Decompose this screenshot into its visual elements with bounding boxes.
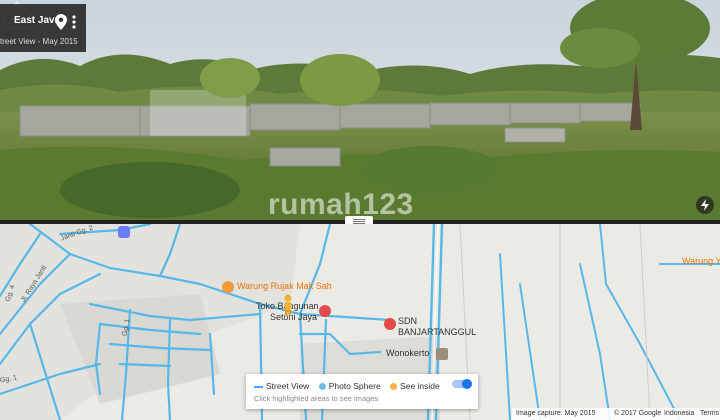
- more-vert-icon[interactable]: [70, 14, 78, 30]
- village-icon[interactable]: [436, 348, 448, 360]
- location-title: East Java: [14, 15, 61, 26]
- terms-link[interactable]: Terms: [700, 410, 719, 417]
- capture-date-label: treet View - May 2015: [0, 37, 78, 46]
- region-label[interactable]: Indonesia: [664, 410, 694, 417]
- panorama-image: [0, 0, 720, 220]
- legend-hint: Click highlighted areas to see images: [254, 394, 379, 403]
- poi-sdn[interactable]: SDN: [398, 316, 417, 326]
- lightning-icon[interactable]: [696, 196, 714, 214]
- copyright-label: © 2017 Google: [614, 410, 662, 417]
- map-footer: Image capture: May 2015 © 2017 Google In…: [512, 408, 720, 420]
- image-capture-label: Image capture: May 2015: [516, 410, 596, 417]
- location-pin-icon[interactable]: [55, 14, 67, 30]
- shopping-icon[interactable]: [319, 305, 331, 317]
- watermark-text: rumah123: [268, 188, 414, 220]
- restaurant-icon[interactable]: [222, 281, 234, 293]
- street-view-panorama[interactable]: rumah123 East Java treet View - May 2015: [0, 0, 720, 220]
- legend-street-view[interactable]: Street View: [254, 381, 309, 391]
- poi-wonokerto[interactable]: Wonokerto: [386, 348, 429, 358]
- legend-see-inside[interactable]: See inside: [390, 381, 440, 391]
- poi-warung-y[interactable]: Warung Y: [682, 256, 720, 266]
- pegman-icon[interactable]: [282, 294, 294, 316]
- school-icon[interactable]: [384, 318, 396, 330]
- location-header: East Java treet View - May 2015: [0, 4, 86, 52]
- street-view-app: rumah123 East Java treet View - May 2015: [0, 0, 720, 420]
- coverage-toggle[interactable]: [452, 379, 472, 389]
- poi-warung-rujak[interactable]: Warung Rujak Mak Sah: [237, 281, 332, 291]
- shopping-icon[interactable]: [118, 226, 130, 238]
- poi-banjartanggul[interactable]: BANJARTANGGUL: [398, 327, 476, 337]
- map-panel[interactable]: Jl. Raya Janti Janti Gg. 2 Gg. 4 Gg. 1 G…: [0, 224, 720, 420]
- legend-photo-sphere[interactable]: Photo Sphere: [318, 381, 381, 391]
- coverage-legend: Street View Photo Sphere See inside Clic…: [246, 374, 478, 409]
